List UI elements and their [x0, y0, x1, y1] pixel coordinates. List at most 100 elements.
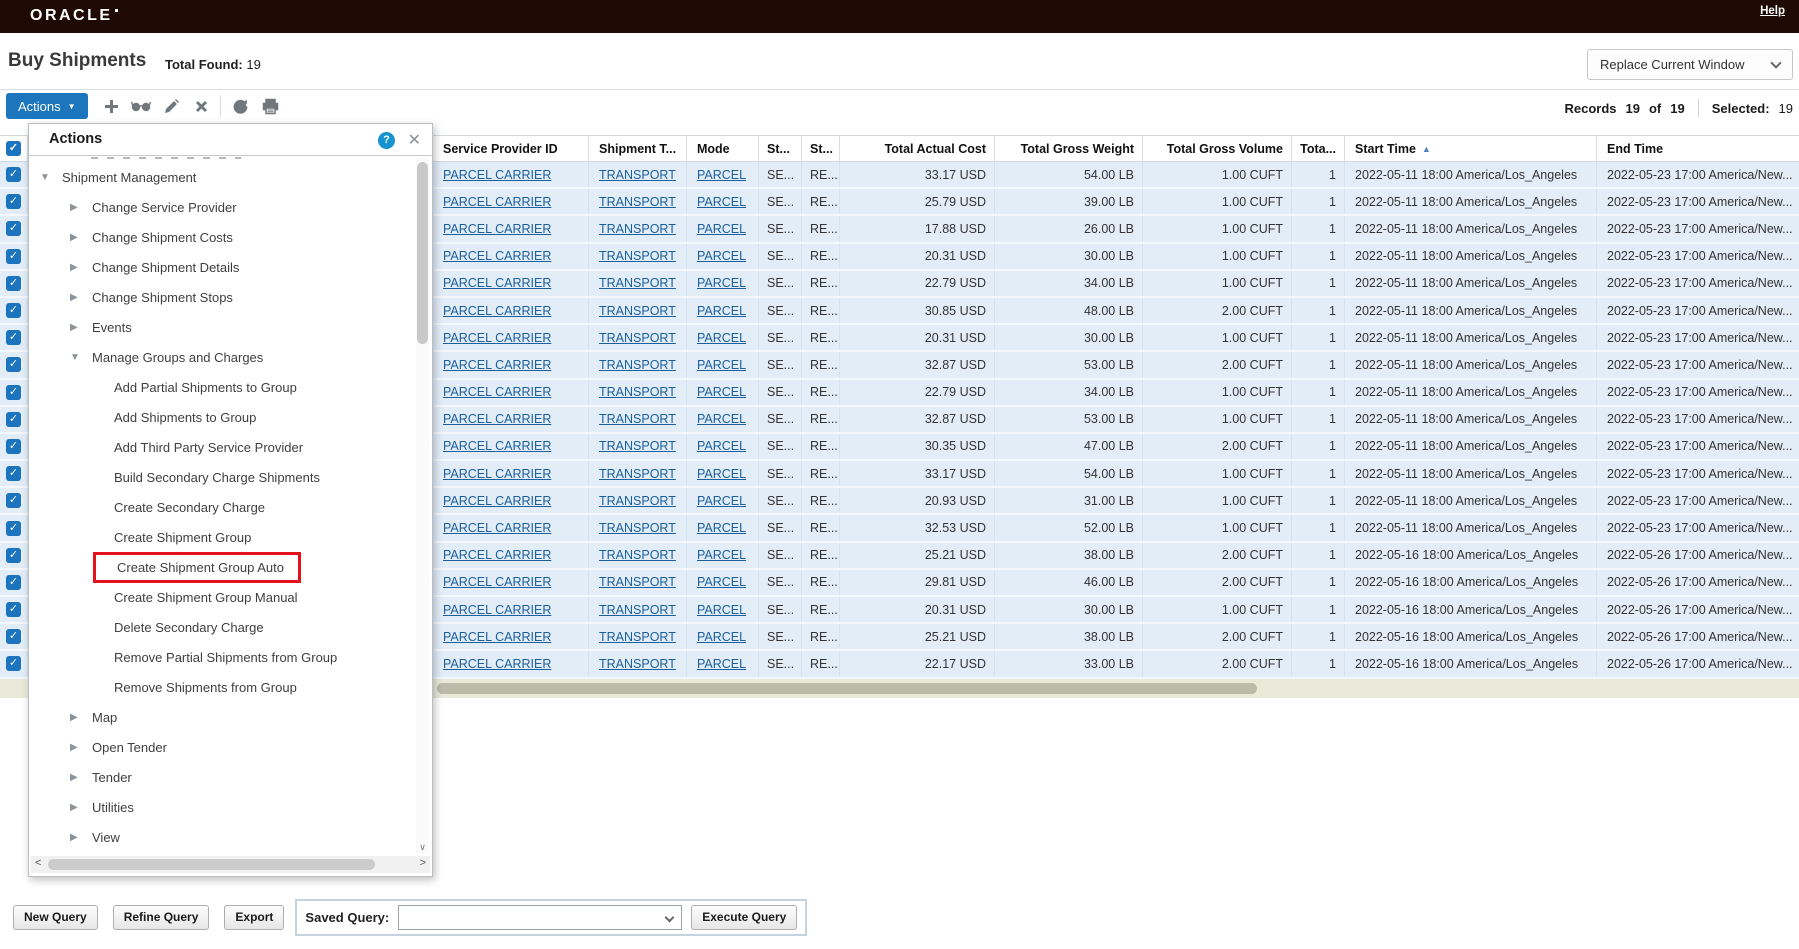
pencil-icon[interactable]	[156, 94, 186, 118]
expand-icon[interactable]: ▶	[70, 772, 92, 783]
tree-item-remove-partial-shipments-from-group[interactable]: Remove Partial Shipments from Group	[29, 642, 416, 672]
tree-item-open-tender[interactable]: ▶ Open Tender	[29, 732, 416, 762]
provider-link[interactable]: PARCEL CARRIER	[443, 657, 551, 671]
popup-vscroll-thumb[interactable]	[417, 162, 428, 344]
shipment_type-link[interactable]: TRANSPORT	[599, 358, 676, 372]
column-header-total-gross-weight[interactable]: Total Gross Weight	[995, 136, 1143, 161]
column-header-tota[interactable]: Tota...	[1292, 136, 1345, 161]
provider-link[interactable]: PARCEL CARRIER	[443, 304, 551, 318]
select-all-checkbox[interactable]	[6, 141, 21, 156]
tree-item-remove-shipments-from-group[interactable]: Remove Shipments from Group	[29, 672, 416, 702]
mode-link[interactable]: PARCEL	[697, 494, 746, 508]
popup-horizontal-scrollbar[interactable]: < >	[31, 856, 430, 873]
column-header-total-actual-cost[interactable]: Total Actual Cost	[840, 136, 995, 161]
column-header-service-provider-id[interactable]: Service Provider ID	[433, 136, 589, 161]
popup-scroll-right-icon[interactable]: >	[420, 857, 426, 869]
plus-icon[interactable]	[96, 94, 126, 118]
provider-link[interactable]: PARCEL CARRIER	[443, 630, 551, 644]
provider-link[interactable]: PARCEL CARRIER	[443, 439, 551, 453]
tree-item-add-shipments-to-group[interactable]: Add Shipments to Group	[29, 402, 416, 432]
mode-link[interactable]: PARCEL	[697, 439, 746, 453]
row-checkbox[interactable]	[6, 275, 21, 291]
shipment_type-link[interactable]: TRANSPORT	[599, 304, 676, 318]
mode-link[interactable]: PARCEL	[697, 195, 746, 209]
provider-link[interactable]: PARCEL CARRIER	[443, 521, 551, 535]
mode-link[interactable]: PARCEL	[697, 385, 746, 399]
glasses-icon[interactable]	[126, 94, 156, 118]
row-checkbox[interactable]	[6, 248, 21, 264]
row-checkbox[interactable]	[6, 656, 21, 672]
shipment_type-link[interactable]: TRANSPORT	[599, 521, 676, 535]
collapse-icon[interactable]: ▼	[70, 352, 92, 363]
provider-link[interactable]: PARCEL CARRIER	[443, 358, 551, 372]
provider-link[interactable]: PARCEL CARRIER	[443, 249, 551, 263]
delete-icon[interactable]	[186, 94, 216, 118]
expand-icon[interactable]: ▶	[70, 712, 92, 723]
mode-link[interactable]: PARCEL	[697, 603, 746, 617]
mode-link[interactable]: PARCEL	[697, 358, 746, 372]
tree-item-view[interactable]: ▶ View	[29, 822, 416, 852]
provider-link[interactable]: PARCEL CARRIER	[443, 385, 551, 399]
shipment_type-link[interactable]: TRANSPORT	[599, 222, 676, 236]
tree-item-events[interactable]: ▶ Events	[29, 312, 416, 342]
shipment_type-link[interactable]: TRANSPORT	[599, 331, 676, 345]
row-checkbox[interactable]	[6, 194, 21, 210]
column-header-shipment-t[interactable]: Shipment T...	[589, 136, 687, 161]
tree-item-create-shipment-group-auto[interactable]: Create Shipment Group Auto	[29, 551, 416, 583]
column-header-mode[interactable]: Mode	[687, 136, 759, 161]
provider-link[interactable]: PARCEL CARRIER	[443, 575, 551, 589]
row-checkbox[interactable]	[6, 493, 21, 509]
mode-link[interactable]: PARCEL	[697, 630, 746, 644]
column-header-total-gross-volume[interactable]: Total Gross Volume	[1143, 136, 1292, 161]
shipment_type-link[interactable]: TRANSPORT	[599, 439, 676, 453]
tree-item-manage-groups-and-charges[interactable]: ▼ Manage Groups and Charges	[29, 342, 416, 372]
refresh-icon[interactable]	[225, 94, 255, 118]
row-checkbox[interactable]	[6, 466, 21, 482]
mode-link[interactable]: PARCEL	[697, 276, 746, 290]
mode-link[interactable]: PARCEL	[697, 304, 746, 318]
provider-link[interactable]: PARCEL CARRIER	[443, 603, 551, 617]
column-header-end-time[interactable]: End Time	[1597, 136, 1799, 161]
print-icon[interactable]	[255, 94, 285, 118]
mode-link[interactable]: PARCEL	[697, 467, 746, 481]
shipment_type-link[interactable]: TRANSPORT	[599, 657, 676, 671]
shipment_type-link[interactable]: TRANSPORT	[599, 494, 676, 508]
help-link[interactable]: Help	[1760, 5, 1785, 17]
saved-query-select[interactable]	[398, 904, 683, 930]
row-checkbox[interactable]	[6, 629, 21, 645]
expand-icon[interactable]: ▶	[70, 832, 92, 843]
shipment_type-link[interactable]: TRANSPORT	[599, 575, 676, 589]
shipment_type-link[interactable]: TRANSPORT	[599, 385, 676, 399]
popup-vertical-scrollbar[interactable]: ∨	[416, 158, 429, 853]
tree-item-create-shipment-group-manual[interactable]: Create Shipment Group Manual	[29, 582, 416, 612]
shipment_type-link[interactable]: TRANSPORT	[599, 630, 676, 644]
popup-hscroll-thumb[interactable]	[48, 859, 375, 870]
row-checkbox[interactable]	[6, 384, 21, 400]
row-checkbox[interactable]	[6, 547, 21, 563]
shipment_type-link[interactable]: TRANSPORT	[599, 467, 676, 481]
tree-item-add-third-party-service-provider[interactable]: Add Third Party Service Provider	[29, 432, 416, 462]
export-button[interactable]: Export	[224, 904, 285, 930]
tree-item-tender[interactable]: ▶ Tender	[29, 762, 416, 792]
mode-link[interactable]: PARCEL	[697, 412, 746, 426]
popup-scroll-down-icon[interactable]: ∨	[416, 842, 429, 853]
row-checkbox[interactable]	[6, 520, 21, 536]
column-header-start-time[interactable]: Start Time ▲	[1345, 136, 1597, 161]
refine-query-button[interactable]: Refine Query	[112, 904, 210, 930]
provider-link[interactable]: PARCEL CARRIER	[443, 412, 551, 426]
row-checkbox[interactable]	[6, 438, 21, 454]
row-checkbox[interactable]	[6, 303, 21, 319]
provider-link[interactable]: PARCEL CARRIER	[443, 195, 551, 209]
tree-item-delete-secondary-charge[interactable]: Delete Secondary Charge	[29, 612, 416, 642]
tree-item-add-partial-shipments-to-group[interactable]: Add Partial Shipments to Group	[29, 372, 416, 402]
expand-icon[interactable]: ▶	[70, 292, 92, 303]
mode-link[interactable]: PARCEL	[697, 521, 746, 535]
row-checkbox[interactable]	[6, 221, 21, 237]
provider-link[interactable]: PARCEL CARRIER	[443, 276, 551, 290]
row-checkbox[interactable]	[6, 330, 21, 346]
expand-icon[interactable]: ▶	[70, 232, 92, 243]
shipment_type-link[interactable]: TRANSPORT	[599, 249, 676, 263]
row-checkbox[interactable]	[6, 357, 21, 373]
popup-scroll-left-icon[interactable]: <	[35, 857, 41, 869]
provider-link[interactable]: PARCEL CARRIER	[443, 222, 551, 236]
